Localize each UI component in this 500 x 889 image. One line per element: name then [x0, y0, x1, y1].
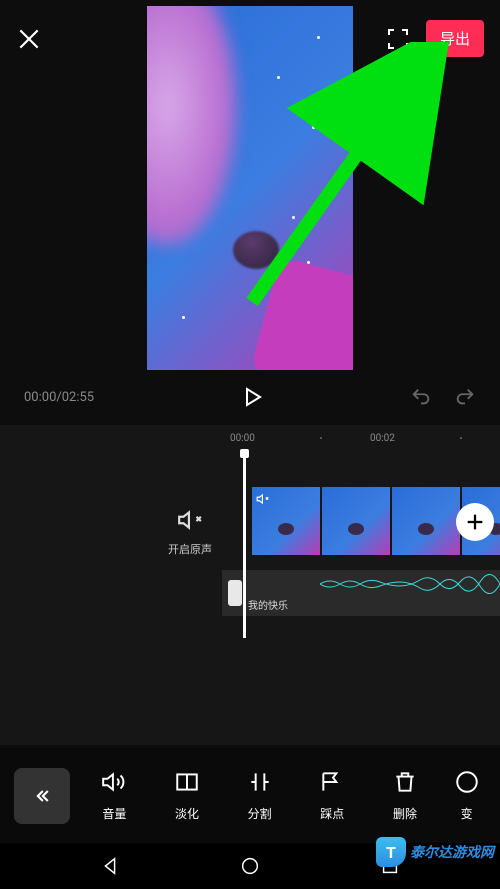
ruler-label: 00:00: [230, 433, 255, 444]
split-tool[interactable]: 分割: [234, 769, 286, 822]
tool-label: 踩点: [320, 805, 344, 822]
tool-label: 删除: [393, 805, 417, 822]
transform-tool[interactable]: 变: [452, 769, 482, 822]
timeline-playhead[interactable]: [243, 453, 246, 638]
tool-label: 淡化: [175, 805, 199, 822]
watermark: T 泰尔达游戏网: [376, 837, 494, 867]
nav-back-icon[interactable]: [99, 855, 121, 877]
video-clip[interactable]: [392, 487, 460, 555]
fullscreen-icon[interactable]: [386, 27, 410, 51]
audio-track-handle[interactable]: [228, 580, 242, 606]
ruler-label: 00:02: [370, 433, 395, 444]
nav-home-icon[interactable]: [239, 855, 261, 877]
close-icon[interactable]: [16, 26, 42, 52]
audio-waveform: [320, 574, 500, 594]
toolbar-back-button[interactable]: [14, 768, 70, 824]
export-button[interactable]: 导出: [426, 20, 484, 57]
tool-label: 音量: [102, 805, 126, 822]
timeline-area: 00:00 00:02 开启原声 我的快乐: [0, 425, 500, 745]
original-sound-toggle[interactable]: 开启原声: [168, 507, 212, 557]
audio-track-name: 我的快乐: [248, 597, 288, 612]
redo-icon[interactable]: [454, 386, 476, 408]
video-clip[interactable]: [252, 487, 320, 555]
watermark-text: 泰尔达游戏网: [410, 842, 494, 862]
add-clip-button[interactable]: [456, 503, 494, 541]
watermark-logo-icon: T: [376, 837, 406, 867]
volume-tool[interactable]: 音量: [88, 769, 140, 822]
time-display: 00:00/02:55: [24, 390, 94, 405]
playback-bar: 00:00/02:55: [0, 385, 500, 409]
undo-icon[interactable]: [410, 386, 432, 408]
clip-mute-icon: [256, 491, 270, 505]
video-preview-area: [0, 0, 500, 400]
delete-tool[interactable]: 删除: [379, 769, 431, 822]
play-button[interactable]: [240, 385, 264, 409]
video-clip[interactable]: [322, 487, 390, 555]
top-bar: 导出: [0, 0, 500, 57]
audio-track[interactable]: 我的快乐: [222, 570, 500, 616]
beat-tool[interactable]: 踩点: [306, 769, 358, 822]
tool-label: 变: [461, 805, 473, 822]
tool-label: 分割: [248, 805, 272, 822]
bottom-toolbar: 音量 淡化 分割 踩点 删除 变: [0, 748, 500, 843]
video-preview[interactable]: [147, 6, 353, 370]
timeline-ruler[interactable]: 00:00 00:02: [0, 425, 500, 445]
fade-tool[interactable]: 淡化: [161, 769, 213, 822]
sound-toggle-label: 开启原声: [168, 541, 212, 557]
